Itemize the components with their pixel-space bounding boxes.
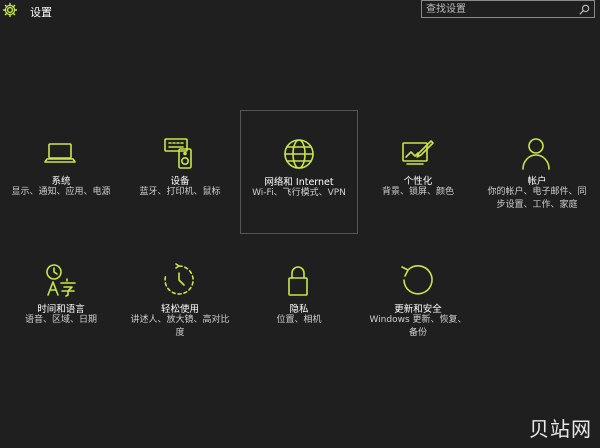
watermark: 贝站网 bbox=[529, 417, 592, 441]
tile-description: 你的帐户、电子邮件、同步设置、工作、家庭 bbox=[487, 187, 587, 210]
tile-label: 更新和安全 bbox=[394, 304, 442, 315]
tile-description: 语音、区域、日期 bbox=[24, 315, 97, 325]
tile-description: 蓝牙、打印机、鼠标 bbox=[139, 187, 221, 197]
tile-personalization[interactable]: 个性化 背景、锁屏、颜色 bbox=[359, 110, 477, 234]
gear-icon bbox=[2, 2, 18, 18]
tile-label: 帐户 bbox=[527, 176, 547, 187]
tile-system[interactable]: 系统 显示、通知、应用、电源 bbox=[2, 110, 120, 234]
time-language-icon bbox=[46, 264, 76, 297]
tile-time-language[interactable]: 时间和语言 语音、区域、日期 bbox=[2, 240, 120, 364]
search-box[interactable] bbox=[421, 0, 595, 18]
devices-icon bbox=[164, 138, 192, 169]
tile-description: 位置、相机 bbox=[276, 315, 322, 325]
lock-icon bbox=[288, 266, 308, 296]
tile-label: 系统 bbox=[51, 176, 71, 187]
tile-description: Windows 更新、恢复、备份 bbox=[369, 315, 467, 338]
tile-label: 个性化 bbox=[403, 176, 433, 187]
tile-description: 讲述人、放大镜、高对比度 bbox=[130, 315, 230, 338]
search-input[interactable] bbox=[422, 1, 576, 17]
tile-description: 背景、锁屏、颜色 bbox=[381, 187, 454, 197]
ease-of-access-icon bbox=[164, 263, 194, 295]
tile-description: 显示、通知、应用、电源 bbox=[11, 187, 111, 197]
update-icon bbox=[401, 265, 433, 295]
personalization-icon bbox=[402, 140, 434, 165]
tile-description: Wi-Fi、飞行模式、VPN bbox=[252, 188, 346, 198]
tile-accounts[interactable]: 帐户 你的帐户、电子邮件、同步设置、工作、家庭 bbox=[478, 110, 596, 234]
globe-icon bbox=[284, 139, 314, 169]
tile-ease-of-access[interactable]: 轻松使用 讲述人、放大镜、高对比度 bbox=[121, 240, 239, 364]
tile-label: 轻松使用 bbox=[160, 304, 199, 315]
window-title: 设置 bbox=[30, 6, 52, 19]
tile-label: 网络和 Internet bbox=[264, 177, 334, 188]
tile-privacy[interactable]: 隐私 位置、相机 bbox=[240, 240, 358, 364]
tile-label: 时间和语言 bbox=[37, 304, 85, 315]
tile-update-security[interactable]: 更新和安全 Windows 更新、恢复、备份 bbox=[359, 240, 477, 364]
tile-devices[interactable]: 设备 蓝牙、打印机、鼠标 bbox=[121, 110, 239, 234]
title-bar: 设置 bbox=[0, 0, 600, 22]
laptop-icon bbox=[44, 143, 76, 163]
search-icon[interactable] bbox=[579, 4, 590, 15]
tile-network[interactable]: 网络和 Internet Wi-Fi、飞行模式、VPN bbox=[240, 110, 358, 234]
tile-label: 设备 bbox=[170, 176, 190, 187]
person-icon bbox=[522, 138, 550, 170]
tile-label: 隐私 bbox=[289, 304, 309, 315]
